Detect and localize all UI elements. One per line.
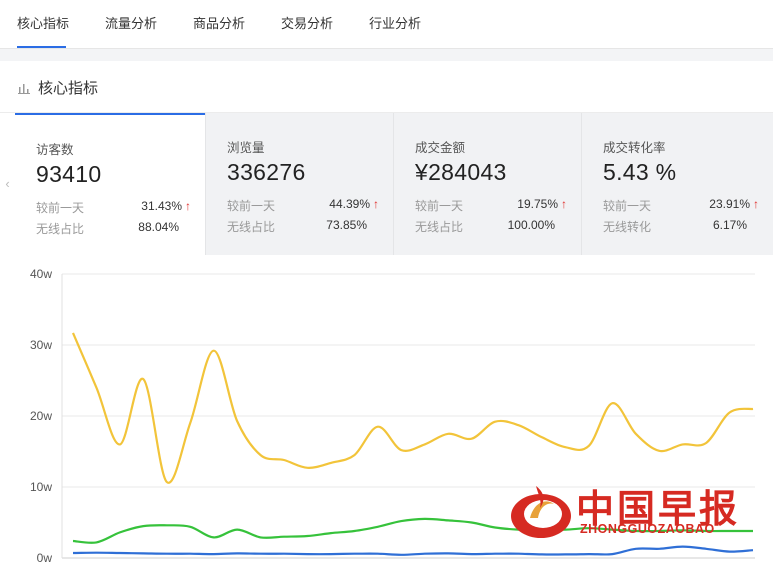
section-gap — [0, 49, 773, 61]
metric-label: 成交转化率 — [603, 141, 666, 155]
y-tick-label: 30w — [30, 338, 52, 352]
metric-label: 成交金额 — [415, 141, 466, 155]
metric-share-label: 无线占比 — [227, 220, 276, 234]
metric-card-pageviews[interactable]: 浏览量 336276 较前一天 44.39% ↑ 无线占比 73.85% — [205, 113, 393, 255]
watermark-subtitle: ZHONGGUOZAOBAO — [580, 522, 715, 536]
y-tick-label: 20w — [30, 409, 52, 423]
metric-compare-label: 较前一天 — [415, 199, 464, 213]
metric-share-value: 6.17% — [712, 218, 747, 232]
metric-compare-label: 较前一天 — [603, 199, 652, 213]
section-title: 核心指标 — [38, 80, 99, 97]
metric-share-label: 无线转化 — [603, 220, 652, 234]
metric-compare-value: 19.75% ↑ — [517, 197, 567, 211]
up-arrow-icon: ↑ — [185, 199, 191, 213]
metric-value: ¥284043 — [415, 159, 507, 185]
y-tick-label: 10w — [30, 480, 52, 494]
up-arrow-icon: ↑ — [753, 197, 759, 211]
y-tick-label: 0w — [37, 551, 53, 565]
chevron-left-icon[interactable]: ‹ — [0, 113, 15, 255]
metric-compare-label: 较前一天 — [227, 199, 276, 213]
up-arrow-icon: ↑ — [561, 197, 567, 211]
metric-share-value: 100.00% — [507, 218, 555, 232]
metric-share-label: 无线占比 — [415, 220, 464, 234]
tab-core-metrics[interactable]: 核心指标 — [17, 0, 69, 49]
metric-value: 5.43 % — [603, 159, 677, 185]
metric-value: 336276 — [227, 159, 306, 185]
y-tick-label: 40w — [30, 267, 52, 281]
metric-label: 访客数 — [36, 143, 74, 157]
section-header: 核心指标 — [0, 61, 773, 113]
tab-product-analysis[interactable]: 商品分析 — [193, 0, 245, 49]
series-line-blue — [72, 545, 754, 556]
metric-share-label: 无线占比 — [36, 222, 85, 236]
metric-card-visitors[interactable]: 访客数 93410 较前一天 31.43% ↑ 无线占比 88.04% — [15, 113, 205, 255]
metric-compare-value: 31.43% ↑ — [141, 199, 191, 213]
tab-trade-analysis[interactable]: 交易分析 — [281, 0, 333, 49]
metric-cards: ‹ 访客数 93410 较前一天 31.43% ↑ 无线占比 88.04% 浏览量… — [0, 113, 773, 255]
metric-card-gmv[interactable]: 成交金额 ¥284043 较前一天 19.75% ↑ 无线占比 100.00% — [393, 113, 581, 255]
metric-card-conversion[interactable]: 成交转化率 5.43 % 较前一天 23.91% ↑ 无线转化 6.17% — [581, 113, 773, 255]
metric-label: 浏览量 — [227, 141, 265, 155]
metric-compare-value: 23.91% ↑ — [709, 197, 759, 211]
series-line-yellow — [71, 332, 754, 484]
metric-share-value: 73.85% — [326, 218, 367, 232]
metric-value: 93410 — [36, 161, 102, 187]
top-tab-bar: 核心指标 流量分析 商品分析 交易分析 行业分析 — [0, 0, 773, 49]
bar-chart-icon — [18, 84, 30, 94]
metric-compare-label: 较前一天 — [36, 201, 85, 215]
metric-share-value: 88.04% — [138, 220, 179, 234]
watermark-logo-icon — [511, 486, 571, 538]
up-arrow-icon: ↑ — [373, 197, 379, 211]
active-tab-indicator — [17, 46, 66, 48]
watermark: 中国早报 ZHONGGUOZAOBAO — [508, 478, 768, 540]
metric-compare-value: 44.39% ↑ — [329, 197, 379, 211]
tab-traffic-analysis[interactable]: 流量分析 — [105, 0, 157, 49]
tab-industry-analysis[interactable]: 行业分析 — [369, 0, 421, 49]
